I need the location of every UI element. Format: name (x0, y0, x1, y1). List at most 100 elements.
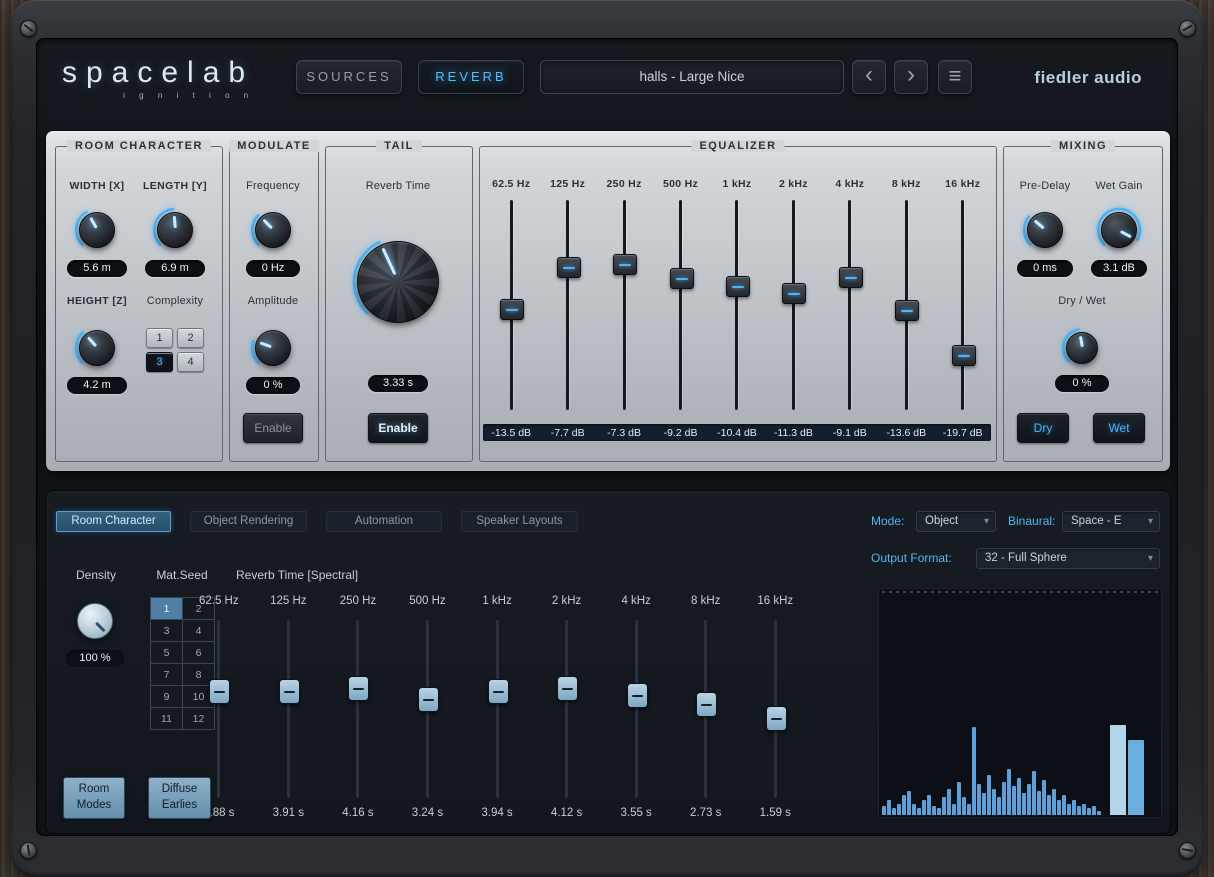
binaural-select[interactable]: Space - E ▾ (1062, 511, 1160, 532)
diffuse-earlies-button[interactable]: Diffuse Earlies (148, 777, 211, 819)
dry-button[interactable]: Dry (1017, 413, 1069, 443)
mod-frequency-knob[interactable] (250, 207, 296, 253)
eq-bands: 62.5 Hz 125 Hz 250 Hz 500 Hz 1 kHz 2 kHz… (483, 178, 991, 418)
tail-enable-button[interactable]: Enable (368, 413, 428, 443)
meter-bar (897, 804, 901, 815)
spectral-slider-handle[interactable] (488, 679, 509, 704)
height-knob[interactable] (74, 325, 120, 371)
tab-speaker-layouts[interactable]: Speaker Layouts (461, 511, 578, 532)
drywet-knob[interactable] (1061, 327, 1103, 369)
reverb-time-knob[interactable] (352, 236, 444, 328)
eq-slider-handle[interactable] (782, 283, 806, 304)
sources-button[interactable]: SOURCES (296, 60, 402, 94)
spectral-slider-handle[interactable] (766, 706, 787, 731)
width-label: WIDTH [X] (57, 180, 137, 192)
predelay-knob[interactable] (1022, 207, 1068, 253)
wet-button[interactable]: Wet (1093, 413, 1145, 443)
mat-seed-option-11[interactable]: 11 (151, 708, 182, 729)
spectral-slider-track[interactable] (356, 620, 359, 798)
eq-slider-handle[interactable] (952, 345, 976, 366)
mat-seed-option-5[interactable]: 5 (151, 642, 182, 663)
spectral-slider-track[interactable] (496, 620, 499, 798)
output-level-bar (1128, 740, 1144, 815)
eq-slider-handle[interactable] (895, 300, 919, 321)
eq-slider-handle[interactable] (613, 254, 637, 275)
mat-seed-option-9[interactable]: 9 (151, 686, 182, 707)
eq-db-strip: -13.5 dB-7.7 dB-7.3 dB-9.2 dB-10.4 dB-11… (483, 424, 991, 441)
meter-bar (987, 775, 991, 815)
mat-seed-option-1[interactable]: 1 (151, 598, 182, 619)
tab-object-rendering[interactable]: Object Rendering (190, 511, 307, 532)
complexity-label: Complexity (135, 295, 215, 307)
eq-slider-handle[interactable] (557, 257, 581, 278)
complexity-option-3[interactable]: 3 (146, 352, 173, 372)
spectral-band: 2 kHz 4.12 s (532, 595, 602, 825)
meter-bar (947, 789, 951, 815)
eq-slider-track[interactable] (510, 200, 513, 410)
next-preset-button[interactable]: › (894, 60, 928, 94)
spectral-time-value: 3.91 s (254, 807, 324, 819)
prev-preset-button[interactable]: ‹ (852, 60, 886, 94)
complexity-option-1[interactable]: 1 (146, 328, 173, 348)
density-knob[interactable] (72, 598, 118, 644)
eq-slider-track[interactable] (905, 200, 908, 410)
screw-icon (1179, 20, 1196, 37)
knob-pointer (262, 219, 273, 230)
meter-bar (1072, 800, 1076, 815)
tab-automation[interactable]: Automation (326, 511, 442, 532)
spectral-slider-track[interactable] (774, 620, 777, 798)
spectral-slider-handle[interactable] (209, 679, 230, 704)
eq-slider-track[interactable] (961, 200, 964, 410)
spectral-slider-track[interactable] (635, 620, 638, 798)
mod-amplitude-knob[interactable] (250, 325, 296, 371)
knob-pointer (87, 337, 97, 348)
meter-bar (927, 795, 931, 815)
preset-display[interactable]: halls - Large Nice (540, 60, 844, 94)
width-knob[interactable] (74, 207, 120, 253)
eq-slider-handle[interactable] (500, 299, 524, 320)
tab-room-character[interactable]: Room Character (56, 511, 171, 532)
spectral-slider-handle[interactable] (348, 676, 369, 701)
spectral-slider-handle[interactable] (696, 692, 717, 717)
spectral-slider-handle[interactable] (557, 676, 578, 701)
eq-slider-handle[interactable] (726, 276, 750, 297)
eq-slider-track[interactable] (566, 200, 569, 410)
meter-bar (1087, 808, 1091, 815)
eq-freq-label: 250 Hz (596, 178, 652, 194)
spectral-slider-handle[interactable] (418, 687, 439, 712)
spectral-slider-track[interactable] (565, 620, 568, 798)
spectral-slider-track[interactable] (704, 620, 707, 798)
spectral-slider-track[interactable] (217, 620, 220, 798)
eq-band: 1 kHz (709, 178, 765, 418)
predelay-value: 0 ms (1017, 260, 1073, 277)
eq-slider-track[interactable] (848, 200, 851, 410)
reverb-button[interactable]: REVERB (418, 60, 524, 94)
mode-select[interactable]: Object ▾ (916, 511, 996, 532)
screw-icon (20, 842, 37, 859)
wetgain-knob[interactable] (1096, 207, 1142, 253)
spectral-slider-track[interactable] (287, 620, 290, 798)
eq-slider-handle[interactable] (670, 268, 694, 289)
length-knob[interactable] (152, 207, 198, 253)
complexity-option-4[interactable]: 4 (177, 352, 204, 372)
eq-slider-track[interactable] (623, 200, 626, 410)
spectral-slider-handle[interactable] (279, 679, 300, 704)
spectral-band: 16 kHz 1.59 s (741, 595, 811, 825)
menu-button[interactable]: ≡ (938, 60, 972, 94)
knob-pointer (1078, 336, 1083, 347)
mat-seed-option-7[interactable]: 7 (151, 664, 182, 685)
mat-seed-option-3[interactable]: 3 (151, 620, 182, 641)
eq-slider-handle[interactable] (839, 267, 863, 288)
eq-band: 500 Hz (652, 178, 708, 418)
spectral-slider-handle[interactable] (627, 683, 648, 708)
eq-gain-value: -7.7 dB (539, 427, 595, 439)
eq-slider-track[interactable] (792, 200, 795, 410)
room-modes-button[interactable]: Room Modes (63, 777, 125, 819)
modulate-enable-button[interactable]: Enable (243, 413, 303, 443)
eq-freq-label: 62.5 Hz (483, 178, 539, 194)
spectral-slider-track[interactable] (426, 620, 429, 798)
eq-slider-track[interactable] (679, 200, 682, 410)
eq-slider-track[interactable] (735, 200, 738, 410)
complexity-option-2[interactable]: 2 (177, 328, 204, 348)
output-format-select[interactable]: 32 - Full Sphere ▾ (976, 548, 1160, 569)
